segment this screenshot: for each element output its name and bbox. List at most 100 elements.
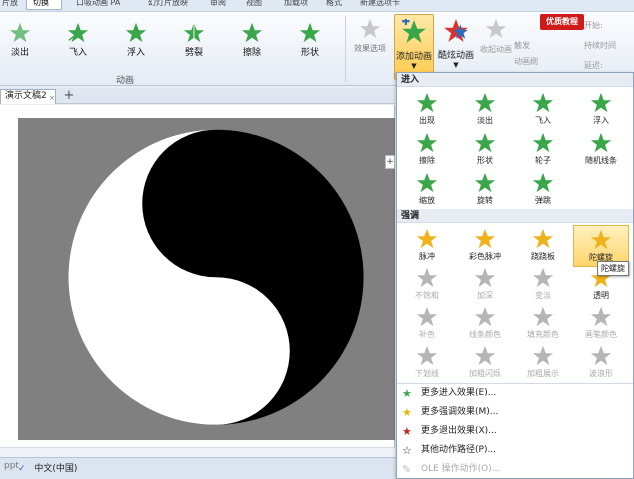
add-animation-button[interactable]: 添加动画 ▼ <box>394 14 434 80</box>
emphasis-effect-item[interactable]: 补色 <box>399 303 455 345</box>
yellow-star-icon: ★ <box>402 406 412 419</box>
entrance-star-icon <box>416 172 438 193</box>
slide-canvas[interactable] <box>18 118 395 440</box>
more-motion-paths-label: 其他动作路径(P)... <box>421 445 497 455</box>
anim-label: 飞入 <box>68 48 87 58</box>
emphasis-effect-item[interactable]: 线条颜色 <box>457 303 513 345</box>
animation-painter-command[interactable]: 动画刷 <box>514 56 538 67</box>
dropdown-arrow-icon: ▼ <box>411 62 417 70</box>
red-star-icon: ★ <box>402 425 412 438</box>
anim-fade-button[interactable]: 淡出 <box>0 22 42 58</box>
emphasis-effect-item[interactable]: 填充颜色 <box>515 303 571 345</box>
more-exit-item[interactable]: ★ 更多退出效果(X)... <box>397 422 633 441</box>
anim-split-button[interactable]: 劈裂 <box>172 22 216 58</box>
entrance-effect-item[interactable]: 飞入 <box>515 89 571 131</box>
emphasis-effect-item[interactable]: 画笔颜色 <box>573 303 629 345</box>
fly-star-icon <box>67 22 89 43</box>
trigger-command[interactable]: 触发 <box>514 40 530 51</box>
tab-new[interactable]: 新建选项卡 <box>360 0 400 10</box>
group-label-animation: 动画 <box>116 76 135 86</box>
status-text: ppt <box>4 461 19 471</box>
slide-workspace: + <box>0 105 395 457</box>
entrance-effect-item[interactable]: 缩放 <box>399 169 455 211</box>
emphasis-effect-item[interactable]: 跷跷板 <box>515 225 571 267</box>
collapse-animation-button[interactable]: 收起动画 <box>478 18 514 55</box>
yin-yang-image[interactable] <box>18 118 395 440</box>
anim-fly-button[interactable]: 飞入 <box>56 22 100 58</box>
side-add-button[interactable]: + <box>385 155 395 169</box>
entrance-effect-item[interactable]: 浮入 <box>573 89 629 131</box>
entrance-effect-item[interactable]: 淡出 <box>457 89 513 131</box>
effect-label: 加粗闪烁 <box>469 369 501 378</box>
more-emphasis-label: 更多强调效果(M)... <box>421 407 499 417</box>
entrance-section-header: 进入 <box>397 73 633 87</box>
entrance-effect-item[interactable]: 轮子 <box>515 129 571 171</box>
emphasis-effect-item[interactable]: 加深 <box>457 264 513 306</box>
anim-wipe-button[interactable]: 擦除 <box>230 22 274 58</box>
effect-label: 变淡 <box>535 291 551 300</box>
emphasis-star-icon <box>532 267 554 288</box>
emphasis-effect-item[interactable]: 波浪形 <box>573 342 629 384</box>
close-icon[interactable]: × <box>49 92 55 105</box>
tab-slideshow[interactable]: 幻灯片放映 <box>148 0 188 10</box>
effect-label: 弹跳 <box>535 196 551 205</box>
add-animation-label: 添加动画 <box>395 52 432 62</box>
anim-float-button[interactable]: 浮入 <box>114 22 158 58</box>
start-command[interactable]: 开始: <box>584 20 603 31</box>
group-separator <box>345 16 346 82</box>
more-motion-paths-item[interactable]: ☆ 其他动作路径(P)... <box>397 441 633 460</box>
horizontal-scrollbar[interactable] <box>0 447 395 457</box>
emphasis-effect-item[interactable]: 不饱和 <box>399 264 455 306</box>
emphasis-effect-item[interactable]: 变淡 <box>515 264 571 306</box>
more-emphasis-item[interactable]: ★ 更多强调效果(M)... <box>397 403 633 422</box>
emphasis-effect-item[interactable]: 加粗展示 <box>515 342 571 384</box>
emphasis-effect-item[interactable]: 加粗闪烁 <box>457 342 513 384</box>
cool-animation-button[interactable]: 酷炫动画 ▼ <box>436 14 476 69</box>
anim-shape-button[interactable]: 形状 <box>288 22 332 58</box>
effect-options-button[interactable]: 效果选项 <box>348 18 392 54</box>
ole-icon: ✎ <box>402 463 412 476</box>
tab-format[interactable]: 格式 <box>326 0 342 10</box>
tab-addins[interactable]: 加载项 <box>284 0 308 10</box>
tab-animation-active[interactable]: 切换 <box>26 0 62 10</box>
effect-label: 缩放 <box>419 196 435 205</box>
tab-slides[interactable]: 片放 <box>2 0 18 10</box>
split-star-icon <box>183 22 205 43</box>
entrance-effect-item[interactable]: 出现 <box>399 89 455 131</box>
ole-action-label: OLE 操作动作(O)... <box>421 464 501 474</box>
entrance-effect-item[interactable]: 擦除 <box>399 129 455 171</box>
emphasis-effect-item[interactable]: 彩色脉冲 <box>457 225 513 267</box>
delay-command[interactable]: 延迟: <box>584 60 603 71</box>
new-tab-button[interactable]: + <box>62 89 76 103</box>
effect-label: 擦除 <box>419 156 435 165</box>
entrance-effect-item[interactable]: 形状 <box>457 129 513 171</box>
collapse-animation-label: 收起动画 <box>480 45 512 54</box>
ole-action-item[interactable]: ✎ OLE 操作动作(O)... <box>397 460 633 479</box>
effect-label: 飞入 <box>535 116 551 125</box>
anim-label: 淡出 <box>10 48 29 58</box>
entrance-effect-item[interactable]: 弹跳 <box>515 169 571 211</box>
entrance-star-icon <box>474 92 496 113</box>
effect-label: 线条颜色 <box>469 330 501 339</box>
more-entrance-item[interactable]: ★ 更多进入效果(E)... <box>397 384 633 403</box>
tab-view[interactable]: 视图 <box>246 0 262 10</box>
entrance-star-icon <box>532 172 554 193</box>
effect-label: 浮入 <box>593 116 609 125</box>
duration-command[interactable]: 持续时间 <box>584 40 616 51</box>
outline-star-icon: ☆ <box>402 444 412 457</box>
emphasis-effect-item[interactable]: 下划线 <box>399 342 455 384</box>
entrance-effect-item[interactable]: 随机线条 <box>573 129 629 171</box>
effect-label: 随机线条 <box>585 156 617 165</box>
language-indicator[interactable]: ✓ 中文(中国) <box>18 461 77 474</box>
emphasis-effect-item[interactable]: 脉冲 <box>399 225 455 267</box>
effect-label: 淡出 <box>477 116 493 125</box>
tab-plugin[interactable]: 口吸动画 PA <box>76 0 120 10</box>
shape-star-icon <box>299 22 321 43</box>
document-tab-label: 演示文稿2 <box>5 91 47 101</box>
anim-label: 形状 <box>300 48 319 58</box>
document-tab[interactable]: 演示文稿2 × <box>0 89 56 104</box>
entrance-effect-item[interactable]: 旋转 <box>457 169 513 211</box>
tab-review[interactable]: 审阅 <box>210 0 226 10</box>
animation-gallery-panel: 进入 出现 淡出 飞入 浮入 擦除 形状 轮子 随机线条 缩放 旋转 弹跳 强调 脉冲 彩色脉冲 跷跷板… <box>396 72 634 479</box>
entrance-star-icon <box>416 132 438 153</box>
